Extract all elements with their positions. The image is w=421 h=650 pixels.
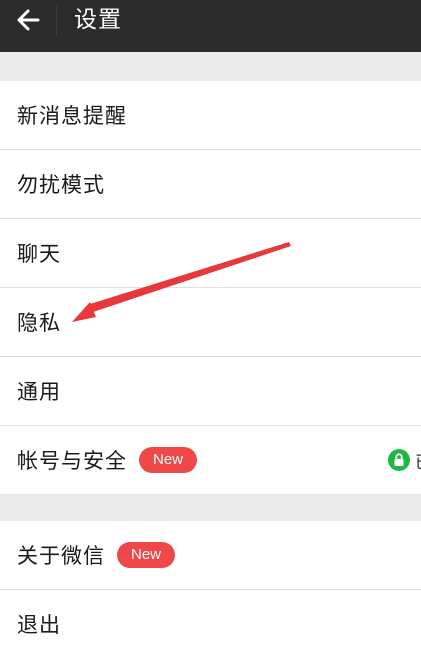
settings-item-do-not-disturb[interactable]: 勿扰模式	[0, 149, 421, 218]
top-bar: 设置	[0, 0, 421, 52]
settings-item-logout[interactable]: 退出	[0, 589, 421, 650]
back-button[interactable]	[0, 0, 56, 40]
settings-item-label: 帐号与安全	[17, 449, 127, 473]
settings-item-privacy[interactable]: 隐私	[0, 287, 421, 356]
new-badge: New	[139, 447, 198, 473]
account-protection-status: 已	[388, 426, 421, 494]
settings-group-main: 新消息提醒 勿扰模式 聊天 隐私 通用 帐号与安全 New 已	[0, 81, 421, 494]
settings-item-about-wechat[interactable]: 关于微信 New	[0, 521, 421, 589]
new-badge: New	[117, 542, 176, 568]
settings-item-general[interactable]: 通用	[0, 356, 421, 425]
settings-item-label: 关于微信	[17, 544, 105, 568]
settings-item-chat[interactable]: 聊天	[0, 218, 421, 287]
settings-item-label: 隐私	[17, 311, 61, 335]
settings-item-label: 聊天	[17, 242, 61, 266]
settings-item-account-security[interactable]: 帐号与安全 New 已	[0, 425, 421, 494]
settings-item-label: 退出	[17, 613, 61, 637]
settings-page: 设置 新消息提醒 勿扰模式 聊天 隐私 通用 帐号与安全 New 关于微信 Ne…	[0, 0, 421, 650]
settings-item-label: 新消息提醒	[17, 104, 127, 128]
lock-icon	[388, 449, 410, 471]
topbar-divider	[56, 6, 57, 36]
settings-group-secondary: 关于微信 New 退出	[0, 521, 421, 650]
settings-item-new-message-alerts[interactable]: 新消息提醒	[0, 81, 421, 149]
page-title: 设置	[74, 7, 122, 33]
protection-status-text: 已	[415, 448, 421, 473]
arrow-left-icon	[17, 9, 40, 31]
settings-item-label: 通用	[17, 380, 61, 404]
settings-item-label: 勿扰模式	[17, 173, 105, 197]
